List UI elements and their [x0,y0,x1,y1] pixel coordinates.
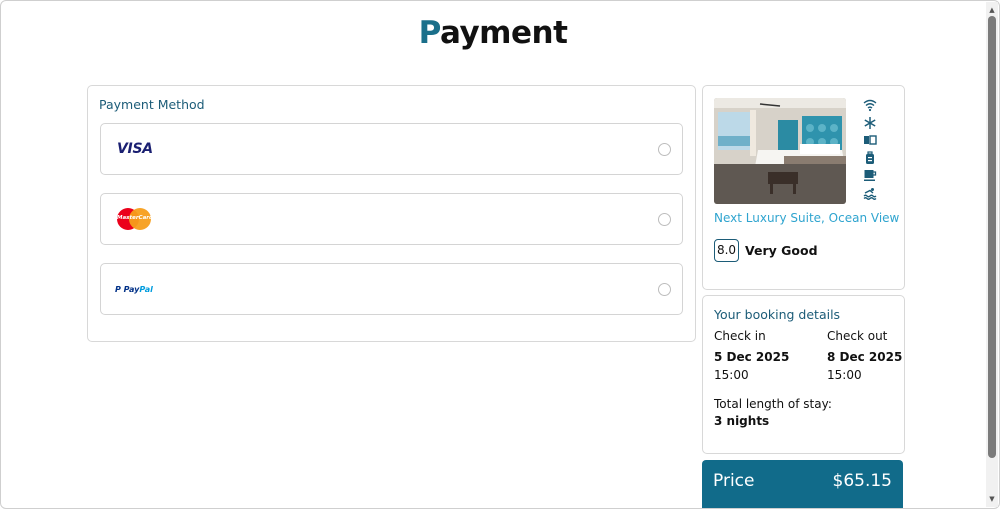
hotel-room-photo [714,98,846,204]
page-title-rest: ayment [440,15,568,51]
stay-length-label: Total length of stay: [714,397,832,411]
stay-length-value: 3 nights [714,414,770,428]
coffee-icon [863,168,877,182]
check-out-label: Check out [827,329,888,343]
page-title-initial: P [418,15,441,51]
page-title: Payment [1,15,985,51]
price-value: $65.15 [832,471,892,491]
wifi-icon [863,98,877,112]
check-out-column: Check out 8 Dec 2025 15:00 [827,328,917,384]
visa-logo: VISA [117,141,153,157]
payment-option-mastercard[interactable]: MasterCard [100,193,683,245]
paypal-radio[interactable] [658,283,671,296]
payment-option-paypal[interactable]: P PayPal [100,263,683,315]
review-score-label: Very Good [745,243,818,258]
review-score-badge: 8.0 [714,239,739,262]
hotel-summary-card: Next Luxury Suite, Ocean View 8.0 Very G… [702,85,905,290]
paypal-logo-pay: Pay [123,285,140,294]
payment-method-title: Payment Method [99,97,205,112]
payment-method-card: Payment Method VISA MasterCard P PayPal [87,85,696,342]
payment-option-visa[interactable]: VISA [100,123,683,175]
mastercard-logo-text: MasterCard [117,215,153,221]
tv-icon [863,133,877,147]
vertical-scrollbar[interactable]: ▲ ▼ [986,2,998,507]
check-out-date: 8 Dec 2025 [827,350,903,364]
paypal-logo: P PayPal [115,285,153,294]
visa-radio[interactable] [658,143,671,156]
pool-icon [863,186,877,200]
booking-details-title: Your booking details [714,307,841,322]
check-out-time: 15:00 [827,368,862,382]
mastercard-radio[interactable] [658,213,671,226]
hotel-room-illustration [714,98,846,204]
amenity-icons [863,98,877,204]
stay-length: Total length of stay: 3 nights [714,396,832,430]
paypal-logo-pal: Pal [139,285,153,294]
room-name-link[interactable]: Next Luxury Suite, Ocean View [714,211,899,225]
booking-details-card: Your booking details Check in 5 Dec 2025… [702,295,905,454]
mastercard-logo: MasterCard [117,208,153,230]
scrollbar-thumb[interactable] [988,16,996,458]
check-in-time: 15:00 [714,368,749,382]
price-label: Price [713,471,755,491]
check-in-label: Check in [714,329,766,343]
paypal-mark-icon: P [115,285,124,294]
price-summary: Price $65.15 [702,460,903,508]
snowflake-icon [863,116,877,130]
check-in-date: 5 Dec 2025 [714,350,790,364]
scroll-up-arrow-icon[interactable]: ▲ [986,4,998,16]
browser-frame: Payment Payment Method VISA MasterCard P… [0,0,1000,509]
scroll-down-arrow-icon[interactable]: ▼ [986,493,998,505]
check-in-column: Check in 5 Dec 2025 15:00 [714,328,804,384]
luggage-icon [863,151,877,165]
